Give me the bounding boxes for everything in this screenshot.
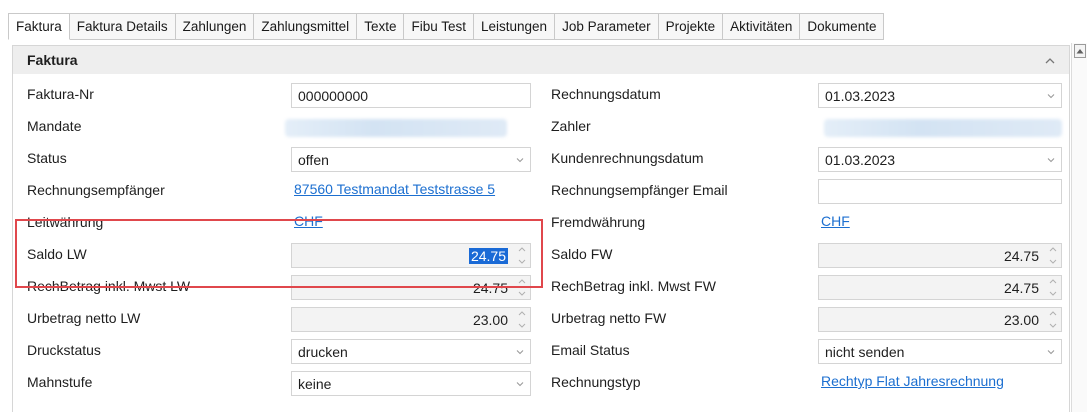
spin-arrows-icon[interactable] bbox=[518, 247, 526, 264]
tab-zahlungsmittel[interactable]: Zahlungsmittel bbox=[254, 13, 358, 40]
urbetrag-netto-lw-spinner[interactable]: 23.00 bbox=[291, 307, 531, 332]
vertical-scrollbar[interactable] bbox=[1071, 43, 1087, 412]
druckstatus-label: Druckstatus bbox=[27, 342, 101, 358]
status-label: Status bbox=[27, 150, 67, 166]
tab-leistungen[interactable]: Leistungen bbox=[474, 13, 556, 40]
email-status-value: nicht senden bbox=[825, 343, 905, 360]
rechbetrag-inkl-mwst-fw-spinner[interactable]: 24.75 bbox=[818, 275, 1062, 300]
saldo-lw-spinner[interactable]: 24.75 bbox=[291, 243, 531, 268]
druckstatus-dropdown[interactable]: drucken bbox=[291, 339, 531, 364]
urbetrag-netto-fw-spinner[interactable]: 23.00 bbox=[818, 307, 1062, 332]
tab-projekte[interactable]: Projekte bbox=[658, 13, 724, 40]
tab-fibu-test[interactable]: Fibu Test bbox=[404, 13, 474, 40]
section-header[interactable]: Faktura bbox=[13, 46, 1069, 74]
zahler-label: Zahler bbox=[551, 118, 591, 134]
tab-faktura-details[interactable]: Faktura Details bbox=[69, 13, 176, 40]
form-row: Mahnstufe keine Rechnungstyp Rechtyp Flat J… bbox=[13, 368, 1069, 400]
saldo-lw-label: Saldo LW bbox=[27, 246, 87, 262]
urbetrag-netto-fw-value: 23.00 bbox=[1003, 311, 1039, 328]
mandate-redacted-value bbox=[285, 119, 507, 137]
rechnungsdatum-value: 01.03.2023 bbox=[825, 87, 896, 104]
mandate-label: Mandate bbox=[27, 118, 82, 134]
saldo-lw-value: 24.75 bbox=[468, 247, 508, 264]
faktura-nr-value: 000000000 bbox=[298, 87, 369, 104]
urbetrag-netto-fw-label: Urbetrag netto FW bbox=[551, 310, 667, 326]
chevron-down-icon[interactable] bbox=[1047, 349, 1055, 355]
chevron-down-icon[interactable] bbox=[1047, 157, 1055, 163]
tab-zahlungen[interactable]: Zahlungen bbox=[175, 13, 255, 40]
rechbetrag-inkl-mwst-lw-label: RechBetrag inkl. Mwst LW bbox=[27, 278, 191, 294]
faktura-nr-field[interactable]: 000000000 bbox=[291, 83, 531, 108]
rechnungsempfaenger-label: Rechnungsempfänger bbox=[27, 182, 165, 198]
rechbetrag-inkl-mwst-lw-value: 24.75 bbox=[472, 279, 508, 296]
rechnungsempfaenger-email-label: Rechnungsempfänger Email bbox=[551, 182, 728, 198]
form-row: Leitwährung CHF Fremdwährung CHF bbox=[13, 208, 1069, 240]
fremdwaehrung-link[interactable]: CHF bbox=[821, 213, 850, 229]
rechnungstyp-label: Rechnungstyp bbox=[551, 374, 641, 390]
fremdwaehrung-label: Fremdwährung bbox=[551, 214, 646, 230]
form-row: Faktura-Nr 000000000 Rechnungsdatum 01.03.2… bbox=[13, 80, 1069, 112]
zahler-redacted-value bbox=[824, 119, 1062, 137]
form-row: Druckstatus drucken Email Status nicht send… bbox=[13, 336, 1069, 368]
form-row: RechBetrag inkl. Mwst LW 24.75 RechBetrag … bbox=[13, 272, 1069, 304]
leitwaehrung-label: Leitwährung bbox=[27, 214, 104, 230]
spin-arrows-icon[interactable] bbox=[1049, 279, 1057, 296]
form-row: Mandate Zahler bbox=[13, 112, 1069, 144]
saldo-fw-value: 24.75 bbox=[1003, 247, 1039, 264]
kundenrechnungsdatum-value: 01.03.2023 bbox=[825, 151, 896, 168]
email-status-dropdown[interactable]: nicht senden bbox=[818, 339, 1062, 364]
rechnungstyp-link[interactable]: Rechtyp Flat Jahresrechnung bbox=[821, 373, 1004, 389]
chevron-down-icon[interactable] bbox=[516, 381, 524, 387]
chevron-up-icon[interactable] bbox=[1043, 53, 1057, 67]
mahnstufe-label: Mahnstufe bbox=[27, 374, 93, 390]
spin-arrows-icon[interactable] bbox=[518, 279, 526, 296]
email-status-label: Email Status bbox=[551, 342, 630, 358]
mahnstufe-dropdown[interactable]: keine bbox=[291, 371, 531, 396]
tab-bar: Faktura Faktura Details Zahlungen Zahlungsm… bbox=[8, 13, 885, 40]
mahnstufe-value: keine bbox=[298, 375, 332, 392]
tab-aktivitaeten[interactable]: Aktivitäten bbox=[723, 13, 801, 40]
scroll-up-arrow-icon[interactable] bbox=[1074, 44, 1086, 58]
spin-arrows-icon[interactable] bbox=[1049, 311, 1057, 328]
kundenrechnungsdatum-dropdown[interactable]: 01.03.2023 bbox=[818, 147, 1062, 172]
status-dropdown[interactable]: offen bbox=[291, 147, 531, 172]
rechbetrag-inkl-mwst-fw-label: RechBetrag inkl. Mwst FW bbox=[551, 278, 716, 294]
tab-texte[interactable]: Texte bbox=[357, 13, 405, 40]
spin-arrows-icon[interactable] bbox=[1049, 247, 1057, 264]
chevron-down-icon[interactable] bbox=[516, 349, 524, 355]
rechnungsempfaenger-email-field[interactable] bbox=[818, 179, 1062, 204]
spin-arrows-icon[interactable] bbox=[518, 311, 526, 328]
druckstatus-value: drucken bbox=[298, 343, 348, 360]
saldo-fw-label: Saldo FW bbox=[551, 246, 613, 262]
urbetrag-netto-lw-value: 23.00 bbox=[472, 311, 508, 328]
tab-faktura[interactable]: Faktura bbox=[8, 13, 70, 40]
form-row: Saldo LW 24.75 Saldo FW 24.75 bbox=[13, 240, 1069, 272]
rechnungsdatum-dropdown[interactable]: 01.03.2023 bbox=[818, 83, 1062, 108]
form-row: Urbetrag netto LW 23.00 Urbetrag netto FW 2… bbox=[13, 304, 1069, 336]
leitwaehrung-link[interactable]: CHF bbox=[294, 213, 323, 229]
status-value: offen bbox=[298, 151, 329, 168]
rechnungsempfaenger-link[interactable]: 87560 Testmandat Teststrasse 5 bbox=[294, 181, 495, 197]
kundenrechnungsdatum-label: Kundenrechnungsdatum bbox=[551, 150, 704, 166]
rechbetrag-inkl-mwst-fw-value: 24.75 bbox=[1003, 279, 1039, 296]
tab-dokumente[interactable]: Dokumente bbox=[800, 13, 885, 40]
faktura-nr-label: Faktura-Nr bbox=[27, 86, 94, 102]
saldo-fw-spinner[interactable]: 24.75 bbox=[818, 243, 1062, 268]
rechbetrag-inkl-mwst-lw-spinner[interactable]: 24.75 bbox=[291, 275, 531, 300]
rechnungsdatum-label: Rechnungsdatum bbox=[551, 86, 661, 102]
chevron-down-icon[interactable] bbox=[516, 157, 524, 163]
chevron-down-icon[interactable] bbox=[1047, 93, 1055, 99]
form-row: Rechnungsempfänger 87560 Testmandat Tests… bbox=[13, 176, 1069, 208]
tab-job-parameter[interactable]: Job Parameter bbox=[555, 13, 659, 40]
faktura-panel: Faktura Faktura-Nr 000000000 Rechnungsdatu… bbox=[12, 45, 1070, 412]
form-row: Status offen Kundenrechnungsdatum 01.03.202… bbox=[13, 144, 1069, 176]
section-title: Faktura bbox=[27, 52, 78, 68]
urbetrag-netto-lw-label: Urbetrag netto LW bbox=[27, 310, 141, 326]
